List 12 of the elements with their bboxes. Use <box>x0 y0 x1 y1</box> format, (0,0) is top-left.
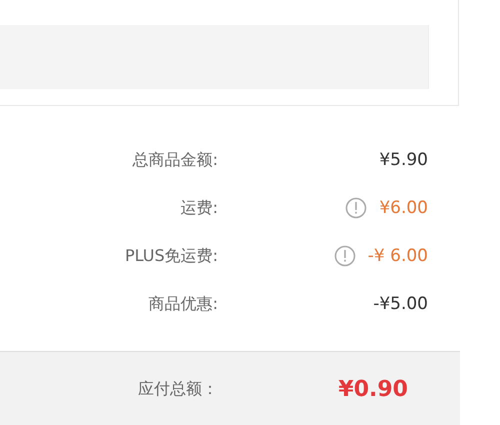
summary-label: 商品优惠: <box>148 294 218 314</box>
summary-label: 总商品金额: <box>132 150 218 170</box>
total-value: ¥0.90 <box>337 376 409 402</box>
info-icon[interactable] <box>334 245 356 267</box>
summary-value: -¥5.00 <box>373 294 428 314</box>
summary-value: ¥6.00 <box>379 198 428 218</box>
total-label: 应付总额： <box>137 378 218 400</box>
summary-label: 运费: <box>180 198 218 218</box>
summary-label: PLUS免运费: <box>124 246 218 266</box>
info-icon[interactable] <box>345 197 368 219</box>
summary-value: ¥5.90 <box>379 150 428 170</box>
summary-value: -¥ 6.00 <box>368 246 428 266</box>
